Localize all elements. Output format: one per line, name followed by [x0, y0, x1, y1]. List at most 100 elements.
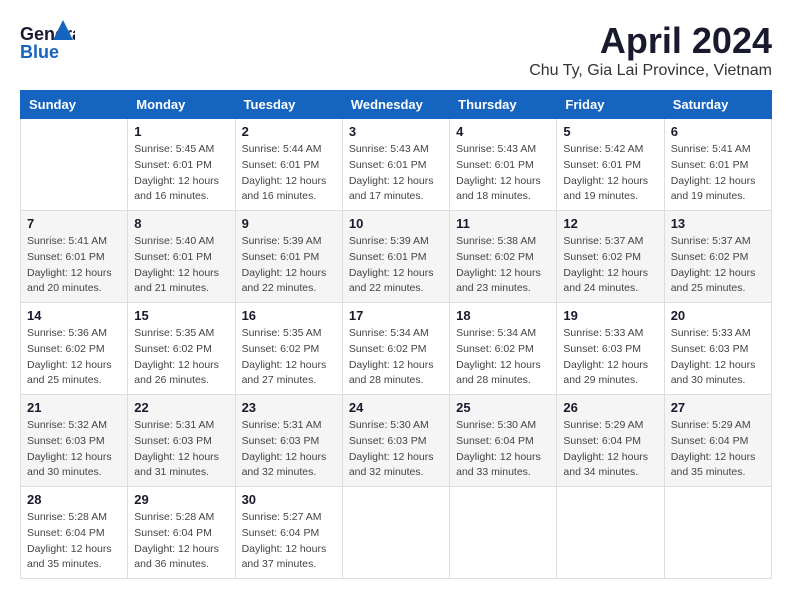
day-cell-5: 5 Sunrise: 5:42 AM Sunset: 6:01 PM Daylig…: [557, 119, 664, 211]
day-cell-2: 2Sunrise: 5:44 AM Sunset: 6:01 PM Daylig…: [235, 119, 342, 211]
logo-icon: General Blue: [20, 20, 75, 65]
day-cell-18: 18 Sunrise: 5:34 AM Sunset: 6:02 PM Dayli…: [450, 303, 557, 395]
weekday-monday: Monday: [128, 91, 235, 119]
empty-cell: [450, 487, 557, 579]
week-row-4: 21 Sunrise: 5:32 AM Sunset: 6:03 PM Dayli…: [21, 395, 772, 487]
day-number: 26: [563, 400, 657, 415]
day-info: Sunrise: 5:28 AM Sunset: 6:04 PM Dayligh…: [27, 510, 121, 573]
empty-cell: [21, 119, 128, 211]
day-number: 18: [456, 308, 550, 323]
day-number: 6: [671, 124, 765, 139]
day-cell-3: 3Sunrise: 5:43 AM Sunset: 6:01 PM Daylig…: [342, 119, 449, 211]
svg-text:Blue: Blue: [20, 42, 59, 62]
weekday-saturday: Saturday: [664, 91, 771, 119]
day-number: 24: [349, 400, 443, 415]
day-cell-30: 30 Sunrise: 5:27 AM Sunset: 6:04 PM Dayli…: [235, 487, 342, 579]
day-info: Sunrise: 5:35 AM Sunset: 6:02 PM Dayligh…: [134, 326, 228, 389]
day-cell-9: 9 Sunrise: 5:39 AM Sunset: 6:01 PM Daylig…: [235, 211, 342, 303]
day-info: Sunrise: 5:39 AM Sunset: 6:01 PM Dayligh…: [349, 234, 443, 297]
weekday-sunday: Sunday: [21, 91, 128, 119]
day-cell-19: 19 Sunrise: 5:33 AM Sunset: 6:03 PM Dayli…: [557, 303, 664, 395]
day-cell-16: 16Sunrise: 5:35 AM Sunset: 6:02 PM Dayli…: [235, 303, 342, 395]
day-info: Sunrise: 5:45 AM Sunset: 6:01 PM Dayligh…: [134, 142, 228, 205]
day-number: 19: [563, 308, 657, 323]
page-header: General Blue April 2024 Chu Ty, Gia Lai …: [20, 20, 772, 80]
day-cell-12: 12 Sunrise: 5:37 AM Sunset: 6:02 PM Dayli…: [557, 211, 664, 303]
day-number: 5: [563, 124, 657, 139]
day-info: Sunrise: 5:30 AM Sunset: 6:04 PM Dayligh…: [456, 418, 550, 481]
day-info: Sunrise: 5:40 AM Sunset: 6:01 PM Dayligh…: [134, 234, 228, 297]
day-number: 11: [456, 216, 550, 231]
day-number: 7: [27, 216, 121, 231]
day-cell-1: 1 Sunrise: 5:45 AM Sunset: 6:01 PM Daylig…: [128, 119, 235, 211]
day-cell-14: 14 Sunrise: 5:36 AM Sunset: 6:02 PM Dayli…: [21, 303, 128, 395]
day-cell-17: 17Sunrise: 5:34 AM Sunset: 6:02 PM Dayli…: [342, 303, 449, 395]
calendar-table: SundayMondayTuesdayWednesdayThursdayFrid…: [20, 90, 772, 579]
day-number: 2: [242, 124, 336, 139]
day-info: Sunrise: 5:33 AM Sunset: 6:03 PM Dayligh…: [563, 326, 657, 389]
day-cell-10: 10 Sunrise: 5:39 AM Sunset: 6:01 PM Dayli…: [342, 211, 449, 303]
day-cell-15: 15 Sunrise: 5:35 AM Sunset: 6:02 PM Dayli…: [128, 303, 235, 395]
day-cell-4: 4 Sunrise: 5:43 AM Sunset: 6:01 PM Daylig…: [450, 119, 557, 211]
day-info: Sunrise: 5:43 AM Sunset: 6:01 PM Dayligh…: [349, 142, 443, 205]
day-number: 4: [456, 124, 550, 139]
day-number: 21: [27, 400, 121, 415]
day-number: 23: [242, 400, 336, 415]
day-info: Sunrise: 5:33 AM Sunset: 6:03 PM Dayligh…: [671, 326, 765, 389]
weekday-wednesday: Wednesday: [342, 91, 449, 119]
day-cell-27: 27 Sunrise: 5:29 AM Sunset: 6:04 PM Dayli…: [664, 395, 771, 487]
day-cell-25: 25 Sunrise: 5:30 AM Sunset: 6:04 PM Dayli…: [450, 395, 557, 487]
day-number: 8: [134, 216, 228, 231]
day-number: 29: [134, 492, 228, 507]
day-number: 1: [134, 124, 228, 139]
week-row-3: 14 Sunrise: 5:36 AM Sunset: 6:02 PM Dayli…: [21, 303, 772, 395]
weekday-friday: Friday: [557, 91, 664, 119]
day-number: 9: [242, 216, 336, 231]
logo: General Blue: [20, 20, 75, 65]
day-cell-22: 22 Sunrise: 5:31 AM Sunset: 6:03 PM Dayli…: [128, 395, 235, 487]
day-info: Sunrise: 5:34 AM Sunset: 6:02 PM Dayligh…: [349, 326, 443, 389]
day-info: Sunrise: 5:42 AM Sunset: 6:01 PM Dayligh…: [563, 142, 657, 205]
month-title: April 2024: [529, 20, 772, 62]
day-info: Sunrise: 5:30 AM Sunset: 6:03 PM Dayligh…: [349, 418, 443, 481]
empty-cell: [664, 487, 771, 579]
day-cell-11: 11Sunrise: 5:38 AM Sunset: 6:02 PM Dayli…: [450, 211, 557, 303]
day-info: Sunrise: 5:43 AM Sunset: 6:01 PM Dayligh…: [456, 142, 550, 205]
day-info: Sunrise: 5:37 AM Sunset: 6:02 PM Dayligh…: [671, 234, 765, 297]
day-info: Sunrise: 5:28 AM Sunset: 6:04 PM Dayligh…: [134, 510, 228, 573]
day-info: Sunrise: 5:37 AM Sunset: 6:02 PM Dayligh…: [563, 234, 657, 297]
day-number: 13: [671, 216, 765, 231]
day-number: 27: [671, 400, 765, 415]
week-row-2: 7Sunrise: 5:41 AM Sunset: 6:01 PM Daylig…: [21, 211, 772, 303]
day-cell-20: 20Sunrise: 5:33 AM Sunset: 6:03 PM Dayli…: [664, 303, 771, 395]
day-number: 15: [134, 308, 228, 323]
day-cell-8: 8 Sunrise: 5:40 AM Sunset: 6:01 PM Daylig…: [128, 211, 235, 303]
day-info: Sunrise: 5:29 AM Sunset: 6:04 PM Dayligh…: [671, 418, 765, 481]
day-cell-7: 7Sunrise: 5:41 AM Sunset: 6:01 PM Daylig…: [21, 211, 128, 303]
day-info: Sunrise: 5:31 AM Sunset: 6:03 PM Dayligh…: [134, 418, 228, 481]
day-number: 28: [27, 492, 121, 507]
day-info: Sunrise: 5:32 AM Sunset: 6:03 PM Dayligh…: [27, 418, 121, 481]
day-cell-6: 6 Sunrise: 5:41 AM Sunset: 6:01 PM Daylig…: [664, 119, 771, 211]
location-subtitle: Chu Ty, Gia Lai Province, Vietnam: [529, 62, 772, 80]
title-area: April 2024 Chu Ty, Gia Lai Province, Vie…: [529, 20, 772, 80]
day-number: 10: [349, 216, 443, 231]
day-info: Sunrise: 5:31 AM Sunset: 6:03 PM Dayligh…: [242, 418, 336, 481]
day-cell-29: 29 Sunrise: 5:28 AM Sunset: 6:04 PM Dayli…: [128, 487, 235, 579]
day-number: 25: [456, 400, 550, 415]
day-number: 12: [563, 216, 657, 231]
day-number: 22: [134, 400, 228, 415]
weekday-thursday: Thursday: [450, 91, 557, 119]
day-info: Sunrise: 5:39 AM Sunset: 6:01 PM Dayligh…: [242, 234, 336, 297]
day-info: Sunrise: 5:34 AM Sunset: 6:02 PM Dayligh…: [456, 326, 550, 389]
week-row-5: 28 Sunrise: 5:28 AM Sunset: 6:04 PM Dayli…: [21, 487, 772, 579]
day-info: Sunrise: 5:35 AM Sunset: 6:02 PM Dayligh…: [242, 326, 336, 389]
day-cell-24: 24 Sunrise: 5:30 AM Sunset: 6:03 PM Dayli…: [342, 395, 449, 487]
day-number: 14: [27, 308, 121, 323]
day-info: Sunrise: 5:27 AM Sunset: 6:04 PM Dayligh…: [242, 510, 336, 573]
day-cell-13: 13 Sunrise: 5:37 AM Sunset: 6:02 PM Dayli…: [664, 211, 771, 303]
day-info: Sunrise: 5:41 AM Sunset: 6:01 PM Dayligh…: [671, 142, 765, 205]
week-row-1: 1 Sunrise: 5:45 AM Sunset: 6:01 PM Daylig…: [21, 119, 772, 211]
day-info: Sunrise: 5:36 AM Sunset: 6:02 PM Dayligh…: [27, 326, 121, 389]
day-number: 30: [242, 492, 336, 507]
